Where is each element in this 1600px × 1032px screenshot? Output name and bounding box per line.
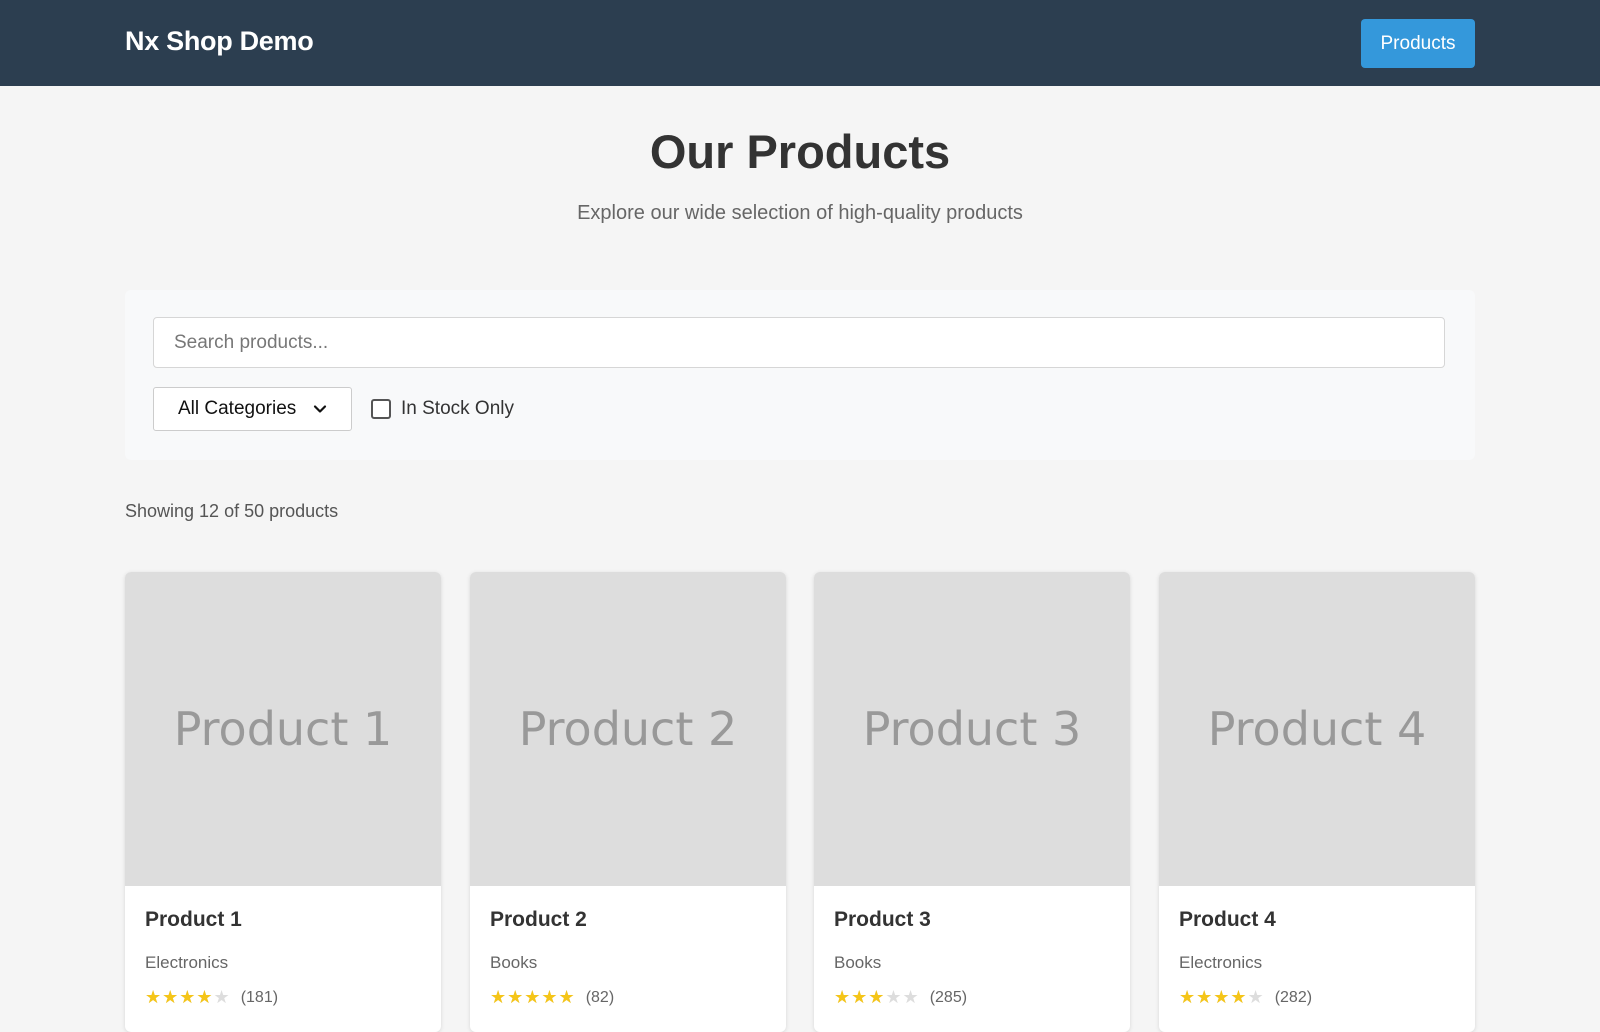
product-category: Books bbox=[490, 953, 538, 972]
product-card[interactable]: Product 2 Product 2 Books ★★★★★ ★★★★★ (82… bbox=[470, 572, 786, 1032]
search-input[interactable] bbox=[153, 317, 1445, 368]
product-image-placeholder[interactable]: Product 2 bbox=[470, 572, 786, 886]
product-rating: ★★★★★★★★★★ (181) bbox=[145, 987, 278, 1008]
product-grid: Product 1 Product 1 Electronics ★★★★★ ★★★… bbox=[125, 572, 1475, 1032]
product-image-placeholder[interactable]: Product 1 bbox=[125, 572, 441, 886]
review-count: (282) bbox=[1274, 988, 1313, 1006]
category-select-value: All Categories bbox=[178, 398, 297, 419]
filter-panel: All Categories In Stock Only bbox=[125, 290, 1475, 460]
product-category: Books bbox=[834, 953, 882, 972]
product-rating: ★★★★★★★★★★ (285) bbox=[834, 987, 967, 1008]
product-category: Electronics bbox=[145, 953, 229, 972]
product-rating: ★★★★★★★★★★ (282) bbox=[1179, 987, 1312, 1008]
product-rating: ★★★★★ ★★★★★ (82) bbox=[490, 987, 614, 1008]
star-rating-icon: ★★★★★★★★★★ bbox=[834, 987, 920, 1007]
page-title: Our Products bbox=[649, 125, 951, 178]
results-summary: Showing 12 of 50 products bbox=[125, 501, 339, 521]
star-rating-icon: ★★★★★★★★★★ bbox=[145, 987, 231, 1007]
product-name[interactable]: Product 3 bbox=[834, 908, 931, 932]
star-rating-icon: ★★★★★★★★★★ bbox=[1179, 987, 1265, 1007]
chevron-down-icon bbox=[313, 405, 327, 413]
category-select[interactable]: All Categories bbox=[153, 387, 352, 431]
page-subtitle: Explore our wide selection of high-quali… bbox=[577, 202, 1023, 224]
in-stock-label: In Stock Only bbox=[401, 398, 514, 419]
product-card[interactable]: Product 3 Product 3 Books ★★★★★★★★★★ (28… bbox=[814, 572, 1130, 1032]
star-rating-icon: ★★★★★★★★★★ bbox=[490, 987, 576, 1007]
review-count: (82) bbox=[585, 988, 615, 1006]
product-card[interactable]: Product 4 Product 4 Electronics ★★★★★ ★★★… bbox=[1159, 572, 1475, 1032]
top-navbar: Nx Shop Demo Products bbox=[0, 0, 1600, 86]
in-stock-checkbox[interactable] bbox=[371, 399, 391, 419]
product-image-placeholder[interactable]: Product 4 bbox=[1159, 572, 1475, 886]
product-name[interactable]: Product 2 bbox=[490, 908, 587, 932]
in-stock-filter[interactable]: In Stock Only bbox=[371, 397, 514, 421]
product-name[interactable]: Product 4 bbox=[1179, 908, 1276, 932]
product-card[interactable]: Product 1 Product 1 Electronics ★★★★★ ★★★… bbox=[125, 572, 441, 1032]
product-image-placeholder[interactable]: Product 3 bbox=[814, 572, 1130, 886]
brand-logo-text[interactable]: Nx Shop Demo bbox=[125, 26, 314, 57]
products-nav-button[interactable]: Products bbox=[1361, 19, 1475, 68]
product-category: Electronics bbox=[1179, 953, 1263, 972]
review-count: (181) bbox=[240, 988, 279, 1006]
review-count: (285) bbox=[929, 988, 968, 1006]
product-name[interactable]: Product 1 bbox=[145, 908, 242, 932]
